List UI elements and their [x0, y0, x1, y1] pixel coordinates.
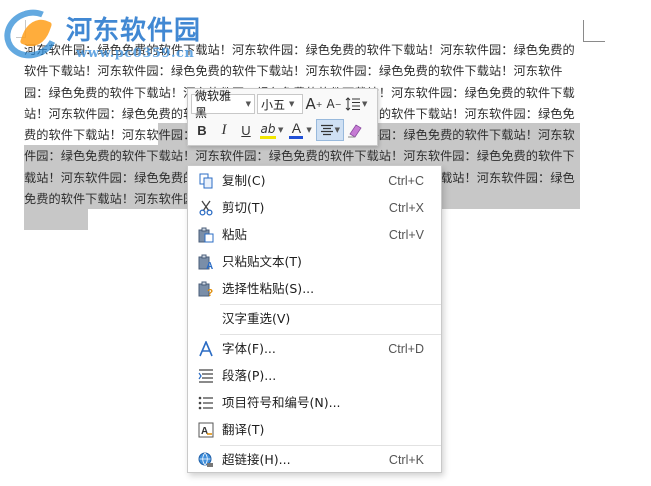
mini-toolbar-row-2: B I U ab ▼ A ▼ ▼ — [191, 118, 364, 142]
menu-item-font[interactable]: 字体(F)... Ctrl+D — [188, 336, 441, 362]
menu-item-paste-text-only[interactable]: A 只粘贴文本(T) — [188, 249, 441, 275]
watermark-logo: 河东软件园 www.pc0359.cn — [0, 2, 264, 70]
line-spacing-icon — [345, 97, 360, 111]
menu-item-cut[interactable]: 剪切(T) Ctrl+X — [188, 195, 441, 221]
bullet-list-icon — [197, 394, 215, 412]
copy-icon — [197, 172, 215, 190]
mini-toolbar-row-1: 微软雅黑 ▼ 小五 ▼ A + A − ▼ — [191, 89, 367, 120]
chevron-down-icon[interactable]: ▼ — [306, 126, 311, 134]
menu-item-label: 剪切(T) — [222, 200, 265, 215]
grow-font-icon: A — [305, 95, 316, 113]
menu-item-label: 复制(C) — [222, 173, 266, 188]
paste-text-icon: A — [197, 253, 215, 271]
menu-separator — [220, 304, 441, 305]
menu-item-paragraph[interactable]: 段落(P)... — [188, 363, 441, 389]
shrink-font-button[interactable]: A − — [325, 93, 343, 115]
line-spacing-button[interactable]: ▼ — [345, 93, 367, 115]
menu-item-label: 选择性粘贴(S)... — [222, 281, 315, 296]
selection-highlight — [24, 208, 88, 230]
font-size-combo[interactable]: 小五 ▼ — [257, 94, 303, 114]
chevron-down-icon[interactable]: ▼ — [278, 126, 283, 134]
menu-item-shortcut: Ctrl+V — [388, 228, 424, 242]
menu-item-shortcut: Ctrl+C — [388, 174, 424, 188]
menu-item-hyperlink[interactable]: 超链接(H)... Ctrl+K — [188, 447, 441, 473]
context-menu: 复制(C) Ctrl+C 剪切(T) Ctrl+X 粘贴 Ctrl+V A 只粘… — [187, 165, 442, 473]
menu-item-copy[interactable]: 复制(C) Ctrl+C — [188, 168, 441, 194]
menu-separator — [220, 445, 441, 446]
chevron-down-icon: ▼ — [289, 100, 295, 108]
bold-button[interactable]: B — [193, 119, 211, 141]
chevron-down-icon: ▼ — [362, 100, 368, 108]
font-color-bar — [289, 136, 304, 139]
grow-font-button[interactable]: A + — [305, 93, 323, 115]
font-name-combo[interactable]: 微软雅黑 ▼ — [191, 89, 255, 120]
menu-item-label: 粘贴 — [222, 227, 248, 242]
highlight-icon: ab — [260, 121, 276, 136]
highlight-color-bar — [260, 135, 276, 139]
chevron-down-icon: ▼ — [334, 126, 340, 134]
menu-item-shortcut: Ctrl+X — [388, 201, 424, 215]
font-size-value: 小五 — [261, 97, 286, 112]
align-center-icon — [320, 124, 333, 136]
menu-item-label: 只粘贴文本(T) — [222, 254, 302, 269]
menu-item-label: 翻译(T) — [222, 422, 265, 437]
menu-item-shortcut: Ctrl+D — [388, 342, 424, 356]
menu-item-shortcut: Ctrl+K — [388, 453, 424, 467]
watermark-title: 河东软件园 — [66, 16, 202, 46]
paste-special-icon: ? — [197, 280, 215, 298]
menu-item-reselect-chinese[interactable]: 汉字重选(V) — [188, 306, 441, 332]
menu-separator — [220, 334, 441, 335]
menu-item-paste-special[interactable]: ? 选择性粘贴(S)... — [188, 276, 441, 302]
font-color-button[interactable]: A — [287, 119, 305, 141]
font-color-icon: A — [291, 120, 302, 136]
shrink-font-icon: A — [326, 97, 335, 111]
mini-toolbar: 微软雅黑 ▼ 小五 ▼ A + A − ▼ B I U ab ▼ A ▼ ▼ — [187, 88, 378, 146]
menu-item-translate[interactable]: A 翻译(T) — [188, 417, 441, 443]
align-button[interactable]: ▼ — [315, 119, 344, 141]
hyperlink-icon — [197, 451, 215, 469]
eraser-icon — [347, 124, 362, 138]
menu-item-label: 段落(P)... — [222, 368, 277, 383]
menu-item-label: 字体(F)... — [222, 341, 276, 356]
menu-item-label: 超链接(H)... — [222, 452, 291, 467]
menu-item-bullets-numbering[interactable]: 项目符号和编号(N)... — [188, 390, 441, 416]
scissors-icon — [197, 199, 215, 217]
format-painter-button[interactable] — [346, 119, 364, 141]
menu-item-label: 项目符号和编号(N)... — [222, 395, 341, 410]
translate-icon: A — [197, 421, 215, 439]
watermark-url: www.pc0359.cn — [76, 46, 195, 61]
menu-item-label: 汉字重选(V) — [222, 311, 291, 326]
svg-text:A: A — [201, 426, 208, 437]
chevron-down-icon: ▼ — [245, 100, 251, 108]
menu-item-paste[interactable]: 粘贴 Ctrl+V — [188, 222, 441, 248]
page-margin-corner-right — [583, 20, 605, 42]
svg-text:?: ? — [207, 288, 213, 297]
paste-icon — [197, 226, 215, 244]
italic-button[interactable]: I — [215, 119, 233, 141]
font-icon — [197, 340, 215, 358]
svg-text:A: A — [206, 261, 213, 270]
paragraph-icon — [197, 367, 215, 385]
font-name-value: 微软雅黑 — [195, 89, 232, 120]
underline-button[interactable]: U — [237, 119, 255, 141]
highlight-button[interactable]: ab — [259, 119, 277, 141]
